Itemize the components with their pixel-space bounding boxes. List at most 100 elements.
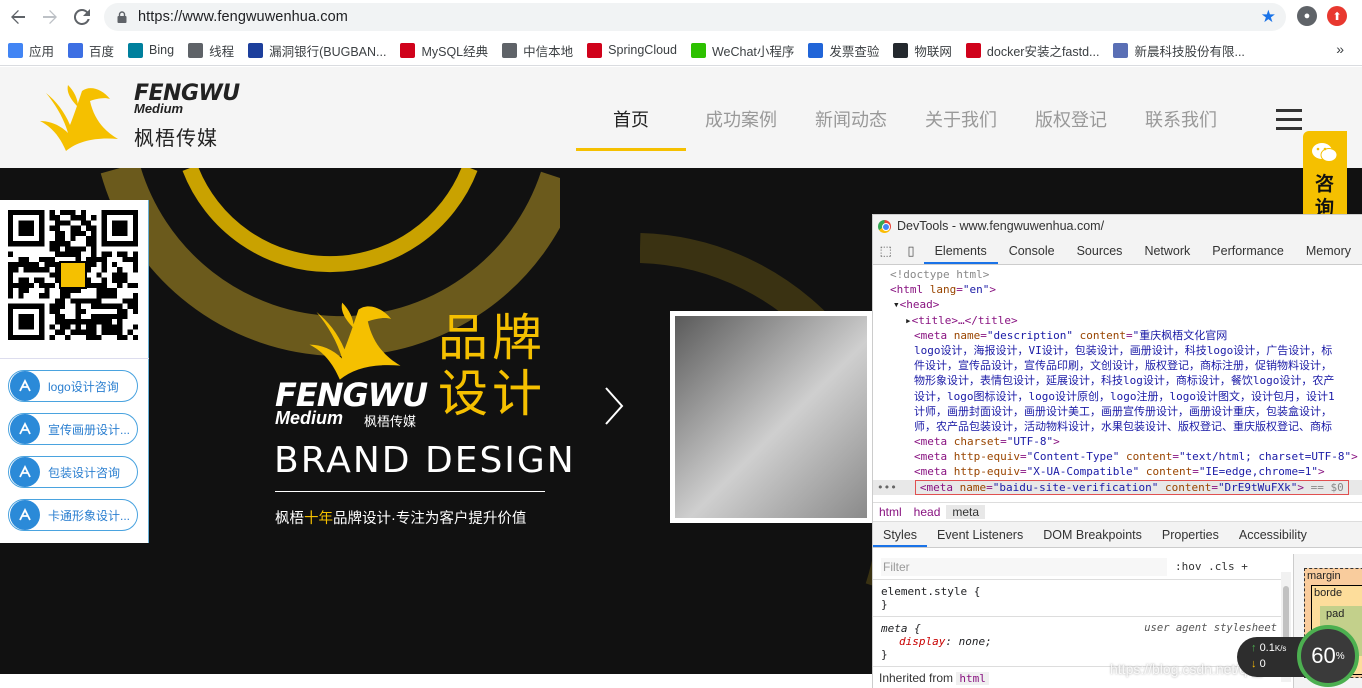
nav-item[interactable]: 首页 xyxy=(576,67,686,168)
code-meta-charset[interactable]: <meta charset="UTF-8"> xyxy=(873,434,1362,449)
rule-element-style[interactable]: element.style { } xyxy=(873,580,1283,617)
main-nav: 首页 成功案例 新闻动态 关于我们 版权登记 联系我们 xyxy=(576,67,1236,168)
bookmark-favicon-icon xyxy=(502,42,518,58)
bookmark-item[interactable]: MySQL经典 xyxy=(400,41,488,60)
bookmark-item[interactable]: 百度 xyxy=(68,41,114,60)
breadcrumb-item[interactable]: head xyxy=(908,505,947,519)
filter-input[interactable]: Filter xyxy=(881,557,1167,576)
bookmark-label: 百度 xyxy=(89,44,115,59)
bookmark-favicon-icon xyxy=(808,42,824,58)
bookmark-item[interactable]: 中信本地 xyxy=(502,41,573,60)
bookmark-item[interactable]: Bing xyxy=(128,42,174,58)
device-toolbar-icon[interactable]: ▯ xyxy=(898,238,923,264)
bookmark-star-icon[interactable]: ★ xyxy=(1261,7,1276,27)
bookmark-item[interactable]: 线程 xyxy=(188,41,234,60)
doctype-text: <!doctype html> xyxy=(890,268,990,281)
side-consult-tab[interactable]: 咨询 xyxy=(1303,131,1347,221)
meta-content-text: 计师，画册封面设计，画册设计美工，画册宣传册设计，画册设计重庆，包装盒设计， xyxy=(914,404,1332,418)
reload-button[interactable] xyxy=(66,1,98,33)
devtools-tab[interactable]: Sources xyxy=(1066,238,1134,264)
phoenix-logo-icon[interactable] xyxy=(38,81,120,153)
code-meta-content-line[interactable]: logo设计，海报设计，VI设计，包装设计，画册设计，科技logo设计，广告设计… xyxy=(873,343,1362,358)
code-title[interactable]: ▸<title>…</title> xyxy=(873,313,1362,328)
bookmark-favicon-icon xyxy=(893,42,909,58)
code-meta-content-line[interactable]: 物形象设计，表情包设计，延展设计，科技log设计，商标设计，餐饮logo设计，农… xyxy=(873,373,1362,388)
hero-slogan: 枫梧十年品牌设计·专注为客户提升价值 xyxy=(275,507,526,528)
code-head-open[interactable]: ▾<head> xyxy=(873,297,1362,312)
code-meta-content-line[interactable]: 师，农产品包装设计，活动物料设计，水果包装设计、版权登记、重庆版权登记、商标 xyxy=(873,419,1362,434)
bookmark-item[interactable]: SpringCloud xyxy=(587,42,677,58)
forward-button[interactable] xyxy=(34,1,66,33)
styles-tab[interactable]: Accessibility xyxy=(1229,523,1317,547)
hero-logo-cn: 枫梧传媒 xyxy=(364,414,417,429)
consult-button[interactable]: 卡通形象设计... xyxy=(8,499,138,531)
inspect-element-icon[interactable]: ⬚ xyxy=(873,238,898,264)
rule1-close: } xyxy=(881,598,888,611)
devtools-tab[interactable]: Console xyxy=(998,238,1066,264)
styles-tab[interactable]: Styles xyxy=(873,523,928,547)
bookmark-item[interactable]: WeChat小程序 xyxy=(690,41,794,60)
code-meta-content-line[interactable]: 计师，画册封面设计，画册设计美工，画册宣传册设计，画册设计重庆，包装盒设计， xyxy=(873,404,1362,419)
filter-tools[interactable]: :hov .cls + xyxy=(1175,560,1248,573)
bookmark-item[interactable]: 应用 xyxy=(8,41,54,60)
code-meta-content-line[interactable]: 件设计，宣传品设计，宣传品印刷，文创设计，版权登记，商标注册，促销物料设计， xyxy=(873,358,1362,373)
nav-item[interactable]: 成功案例 xyxy=(686,67,796,168)
extension-icon[interactable]: ⬆ xyxy=(1327,6,1347,26)
nav-item[interactable]: 版权登记 xyxy=(1016,67,1126,168)
box-padding-label: pad xyxy=(1326,608,1345,620)
code-meta-content-line[interactable]: 设计，logo图标设计，logo设计原创，logo注册，logo设计图文，设计包… xyxy=(873,389,1362,404)
code-meta-content-type[interactable]: <meta http-equiv="Content-Type" content=… xyxy=(873,449,1362,464)
consult-label: 宣传画册设计... xyxy=(48,422,131,437)
code-meta-ua-compatible[interactable]: <meta http-equiv="X-UA-Compatible" conte… xyxy=(873,464,1362,479)
code-html-open[interactable]: <html lang="en"> xyxy=(873,282,1362,297)
nav-item[interactable]: 关于我们 xyxy=(906,67,1016,168)
design-tool-icon xyxy=(10,457,40,487)
styles-tab[interactable]: DOM Breakpoints xyxy=(1033,523,1152,547)
devtools-tab[interactable]: Elements xyxy=(923,238,998,264)
profile-icon[interactable]: ● xyxy=(1297,6,1317,26)
bookmarks-bar: 应用 百度 Bing 线程 漏洞银行(BUGBAN... MySQL经典 中信本地 Sprin… xyxy=(0,35,1362,66)
bookmarks-overflow-icon[interactable]: » xyxy=(1336,41,1344,57)
devtools-tab[interactable]: Performance xyxy=(1201,238,1295,264)
code-doctype[interactable]: <!doctype html> xyxy=(873,267,1362,282)
qr-code xyxy=(8,210,138,340)
chrome-icon xyxy=(878,219,891,233)
bookmark-item[interactable]: 漏洞银行(BUGBAN... xyxy=(248,41,386,60)
page-bottom-strip xyxy=(0,674,872,688)
code-meta-baidu-selected[interactable]: ••• <meta name="baidu-site-verification" … xyxy=(873,479,1362,495)
hero-title: 品牌 设计 xyxy=(438,310,546,422)
breadcrumb-item[interactable]: meta xyxy=(946,505,986,519)
meta-content-text: 物形象设计，表情包设计，延展设计，科技log设计，商标设计，餐饮logo设计，农… xyxy=(914,374,1335,388)
consult-button[interactable]: logo设计咨询 xyxy=(8,370,138,402)
back-button[interactable] xyxy=(2,1,34,33)
carousel-next-icon[interactable] xyxy=(602,384,626,428)
nav-item[interactable]: 新闻动态 xyxy=(796,67,906,168)
bookmark-item[interactable]: 新晨科技股份有限... xyxy=(1113,41,1245,60)
upload-arrow-icon: ↑ xyxy=(1251,642,1257,654)
styles-tab[interactable]: Event Listeners xyxy=(927,523,1033,547)
breadcrumb-item[interactable]: html xyxy=(873,505,908,519)
consult-button[interactable]: 包装设计咨询 xyxy=(8,456,138,488)
consult-button[interactable]: 宣传画册设计... xyxy=(8,413,138,445)
hamburger-menu-icon[interactable] xyxy=(1276,109,1302,136)
bookmark-label: SpringCloud xyxy=(608,43,677,57)
nav-item[interactable]: 联系我们 xyxy=(1126,67,1236,168)
bookmark-item[interactable]: 物联网 xyxy=(893,41,952,60)
rule-meta[interactable]: meta { user agent stylesheet display: no… xyxy=(873,617,1283,667)
inherited-tag[interactable]: html xyxy=(956,672,989,685)
rule2-selector: meta { xyxy=(881,622,921,635)
address-bar[interactable]: https://www.fengwuwenhua.com ★ xyxy=(104,3,1286,31)
rule1-selector: element.style { xyxy=(881,585,981,598)
devtools-tab[interactable]: Memory xyxy=(1295,238,1362,264)
attr-value: "text/html; charset=UTF-8" xyxy=(1178,450,1352,464)
network-speed-widget[interactable]: ↑ 0.1K/s ↓ 0 60% xyxy=(1237,625,1362,688)
toolbar-right: ● ⬆ xyxy=(1297,6,1347,26)
styles-tab[interactable]: Properties xyxy=(1152,523,1229,547)
bookmark-item[interactable]: 发票查验 xyxy=(808,41,879,60)
attr-value: "baidu-site-verification" xyxy=(992,480,1159,494)
bookmark-item[interactable]: docker安装之fastd... xyxy=(965,41,1099,60)
brand-name-cn: 枫梧传媒 xyxy=(134,128,218,150)
code-meta-description[interactable]: <meta name="description" content="重庆枫梧文化… xyxy=(873,328,1362,343)
selected-marker: == $0 xyxy=(1310,480,1344,494)
devtools-tab[interactable]: Network xyxy=(1133,238,1201,264)
